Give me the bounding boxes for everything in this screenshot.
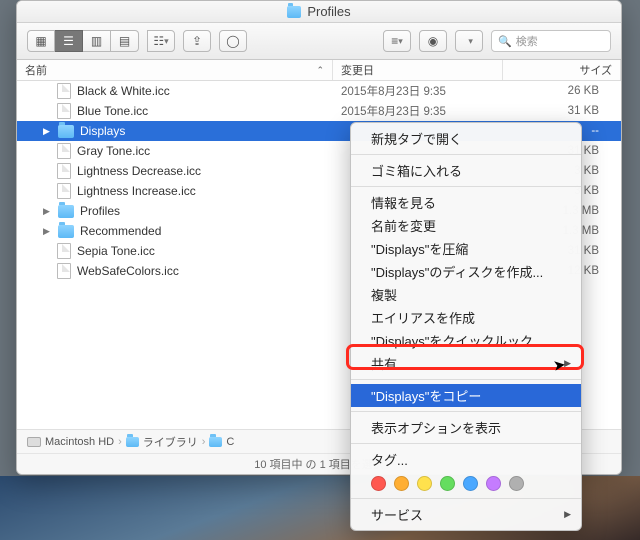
document-icon <box>57 263 71 279</box>
menu-open-new-tab[interactable]: 新規タブで開く <box>351 127 581 150</box>
view-mode-segment: ▦ ☰ ▥ ▤ <box>27 30 139 52</box>
file-name: Black & White.icc <box>77 84 170 98</box>
arrange-button[interactable]: ☷ <box>147 30 175 52</box>
quicklook-button[interactable] <box>419 30 447 52</box>
hd-icon <box>27 437 41 447</box>
menu-divider <box>351 498 581 499</box>
context-menu: 新規タブで開く ゴミ箱に入れる 情報を見る 名前を変更 "Displays"を圧… <box>350 122 582 531</box>
folder-icon <box>58 205 74 218</box>
menu-move-to-trash[interactable]: ゴミ箱に入れる <box>351 159 581 182</box>
titlebar[interactable]: Profiles <box>17 1 621 23</box>
file-name: Blue Tone.icc <box>77 104 148 118</box>
file-name: Lightness Increase.icc <box>77 184 196 198</box>
window-title: Profiles <box>307 4 350 19</box>
tag-color-swatch[interactable] <box>463 476 478 491</box>
document-icon <box>57 243 71 259</box>
chevron-right-icon: › <box>118 436 122 448</box>
menu-divider <box>351 411 581 412</box>
sort-indicator-icon: ⌃ <box>316 65 324 76</box>
menu-get-info[interactable]: 情報を見る <box>351 191 581 214</box>
file-name: Displays <box>80 124 125 138</box>
menu-duplicate[interactable]: 複製 <box>351 283 581 306</box>
file-name: Lightness Decrease.icc <box>77 164 201 178</box>
view-column-button[interactable]: ▥ <box>83 30 111 52</box>
folder-icon <box>126 437 139 447</box>
table-row[interactable]: Black & White.icc 2015年8月23日 9:3526 KB <box>17 81 621 101</box>
document-icon <box>57 183 71 199</box>
arrange-segment: ☷ <box>147 30 175 52</box>
document-icon <box>57 163 71 179</box>
tag-color-swatch[interactable] <box>509 476 524 491</box>
toolbar: ▦ ☰ ▥ ▤ ☷ ⇪ ◯ ≡ 🔍 検索 <box>17 23 621 60</box>
column-headers: 名前⌃ 変更日 サイズ <box>17 60 621 81</box>
path-library[interactable]: ライブラリ <box>143 434 198 450</box>
file-size: 26 KB <box>503 85 621 97</box>
menu-quicklook[interactable]: "Displays"をクイックルック <box>351 329 581 352</box>
menu-tag-colors <box>351 471 581 494</box>
chevron-right-icon: › <box>202 436 206 448</box>
action-button[interactable]: ≡ <box>383 30 411 52</box>
disclosure-triangle-icon[interactable]: ▶ <box>43 206 52 217</box>
file-name: WebSafeColors.icc <box>77 264 179 278</box>
search-icon: 🔍 <box>498 35 512 48</box>
menu-share[interactable]: 共有 <box>351 352 581 375</box>
folder-icon <box>287 6 301 18</box>
table-row[interactable]: Blue Tone.icc 2015年8月23日 9:3531 KB <box>17 101 621 121</box>
folder-icon <box>209 437 222 447</box>
disclosure-triangle-icon[interactable]: ▶ <box>43 126 52 137</box>
column-size[interactable]: サイズ <box>503 60 621 80</box>
search-input[interactable]: 🔍 検索 <box>491 30 611 52</box>
tag-color-swatch[interactable] <box>440 476 455 491</box>
menu-divider <box>351 186 581 187</box>
menu-burn-disc[interactable]: "Displays"のディスクを作成... <box>351 260 581 283</box>
tag-color-swatch[interactable] <box>371 476 386 491</box>
menu-make-alias[interactable]: エイリアスを作成 <box>351 306 581 329</box>
document-icon <box>57 143 71 159</box>
tag-color-swatch[interactable] <box>486 476 501 491</box>
menu-services[interactable]: サービス <box>351 503 581 526</box>
column-date[interactable]: 変更日 <box>333 60 503 80</box>
menu-divider <box>351 154 581 155</box>
column-name[interactable]: 名前⌃ <box>17 60 333 80</box>
file-name: Sepia Tone.icc <box>77 244 155 258</box>
document-icon <box>57 83 71 99</box>
menu-copy[interactable]: "Displays"をコピー <box>351 384 581 407</box>
search-placeholder: 検索 <box>516 33 538 49</box>
disclosure-triangle-icon[interactable]: ▶ <box>43 226 52 237</box>
share-button[interactable]: ⇪ <box>183 30 211 52</box>
view-list-button[interactable]: ☰ <box>55 30 83 52</box>
folder-icon <box>58 225 74 238</box>
file-date: 2015年8月23日 9:35 <box>333 83 503 99</box>
menu-view-options[interactable]: 表示オプションを表示 <box>351 416 581 439</box>
path-current[interactable]: C <box>226 436 234 448</box>
view-coverflow-button[interactable]: ▤ <box>111 30 139 52</box>
folder-icon <box>58 125 74 138</box>
menu-compress[interactable]: "Displays"を圧縮 <box>351 237 581 260</box>
menu-divider <box>351 443 581 444</box>
file-name: Gray Tone.icc <box>77 144 150 158</box>
view-icon-button[interactable]: ▦ <box>27 30 55 52</box>
tags-button[interactable]: ◯ <box>219 30 247 52</box>
menu-divider <box>351 379 581 380</box>
menu-tags-label: タグ... <box>351 448 581 471</box>
document-icon <box>57 103 71 119</box>
file-date: 2015年8月23日 9:35 <box>333 103 503 119</box>
dropdown-button[interactable] <box>455 30 483 52</box>
file-name: Profiles <box>80 204 120 218</box>
menu-rename[interactable]: 名前を変更 <box>351 214 581 237</box>
tag-color-swatch[interactable] <box>394 476 409 491</box>
file-name: Recommended <box>80 224 161 238</box>
file-size: 31 KB <box>503 105 621 117</box>
tag-color-swatch[interactable] <box>417 476 432 491</box>
path-root[interactable]: Macintosh HD <box>45 436 114 448</box>
